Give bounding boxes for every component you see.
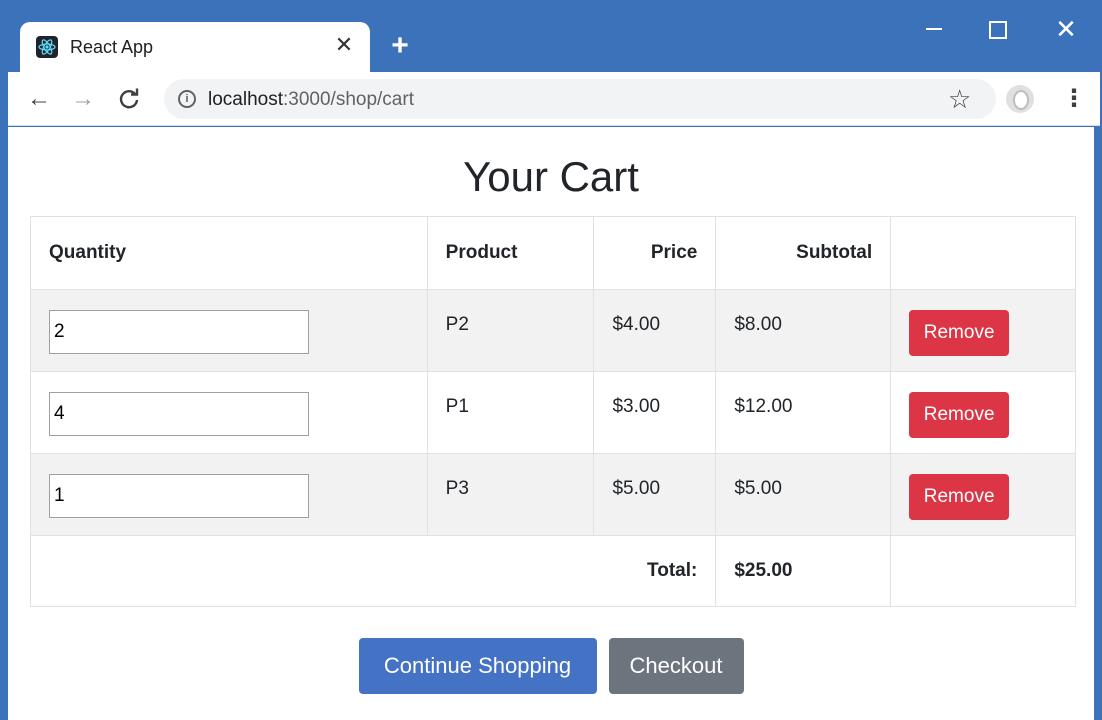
new-tab-icon[interactable]: + xyxy=(386,31,414,61)
action-cell: Remove xyxy=(890,453,1076,536)
url-text: localhost:3000/shop/cart xyxy=(208,89,414,111)
quantity-input[interactable] xyxy=(49,392,309,436)
header-price: Price xyxy=(593,216,717,290)
cart-actions: Continue Shopping Checkout xyxy=(8,638,1094,694)
table-row: P3 $5.00 $5.00 Remove xyxy=(30,453,1076,536)
action-cell: Remove xyxy=(890,371,1076,454)
profile-icon[interactable] xyxy=(1006,85,1034,113)
quantity-cell xyxy=(30,289,428,372)
checkout-button[interactable]: Checkout xyxy=(608,638,744,694)
url-host: localhost xyxy=(208,89,283,110)
maximize-icon[interactable] xyxy=(976,14,1016,44)
remove-button[interactable]: Remove xyxy=(909,392,1010,438)
close-window-icon[interactable]: ✕ xyxy=(1046,14,1086,44)
star-icon[interactable]: ☆ xyxy=(948,84,971,114)
subtotal-cell: $5.00 xyxy=(715,453,892,536)
quantity-cell xyxy=(30,453,428,536)
react-favicon-icon xyxy=(36,36,58,58)
total-row: Total: $25.00 xyxy=(29,535,1076,607)
subtotal-cell: $8.00 xyxy=(715,289,892,372)
quantity-input[interactable] xyxy=(49,310,309,354)
url-path: :3000/shop/cart xyxy=(283,89,414,110)
product-cell: P1 xyxy=(426,371,595,454)
price-cell: $4.00 xyxy=(593,289,717,372)
table-row: P2 $4.00 $8.00 Remove xyxy=(30,289,1076,372)
price-cell: $3.00 xyxy=(593,371,717,454)
quantity-cell xyxy=(30,371,428,454)
quantity-input[interactable] xyxy=(49,474,309,518)
header-actions xyxy=(890,216,1076,290)
address-bar[interactable]: i localhost:3000/shop/cart xyxy=(164,79,996,119)
close-tab-icon[interactable]: ✕ xyxy=(332,33,356,57)
window-titlebar: React App ✕ + ✕ xyxy=(0,0,1102,72)
cart-table: Quantity Product Price Subtotal P2 $4.00… xyxy=(29,216,1076,607)
back-icon[interactable]: ← xyxy=(24,84,54,114)
total-value: $25.00 xyxy=(715,535,892,607)
page-title: Your Cart xyxy=(463,153,639,200)
tab-title: React App xyxy=(70,37,154,57)
subtotal-cell: $12.00 xyxy=(715,371,892,454)
table-row: P1 $3.00 $12.00 Remove xyxy=(30,371,1076,454)
header-subtotal: Subtotal xyxy=(715,216,892,290)
browser-tab[interactable]: React App ✕ xyxy=(20,22,370,72)
continue-shopping-button[interactable]: Continue Shopping xyxy=(358,638,597,694)
action-cell: Remove xyxy=(890,289,1076,372)
forward-icon[interactable]: → xyxy=(68,84,98,114)
product-cell: P3 xyxy=(426,453,595,536)
table-header-row: Quantity Product Price Subtotal xyxy=(30,216,1076,290)
product-cell: P2 xyxy=(426,289,595,372)
info-icon[interactable]: i xyxy=(178,90,196,108)
header-quantity: Quantity xyxy=(30,216,428,290)
total-empty-cell xyxy=(890,535,1076,607)
page-content: Your Cart Quantity Product Price Subtota… xyxy=(8,127,1094,720)
minimize-icon[interactable] xyxy=(914,14,954,44)
menu-icon[interactable]: ⋮ xyxy=(1062,86,1086,112)
remove-button[interactable]: Remove xyxy=(909,310,1010,356)
total-label: Total: xyxy=(29,535,717,607)
reload-icon[interactable] xyxy=(114,84,144,114)
remove-button[interactable]: Remove xyxy=(909,474,1010,520)
header-product: Product xyxy=(426,216,595,290)
browser-toolbar: ← → i localhost:3000/shop/cart ☆ ⋮ xyxy=(8,72,1100,126)
price-cell: $5.00 xyxy=(593,453,717,536)
